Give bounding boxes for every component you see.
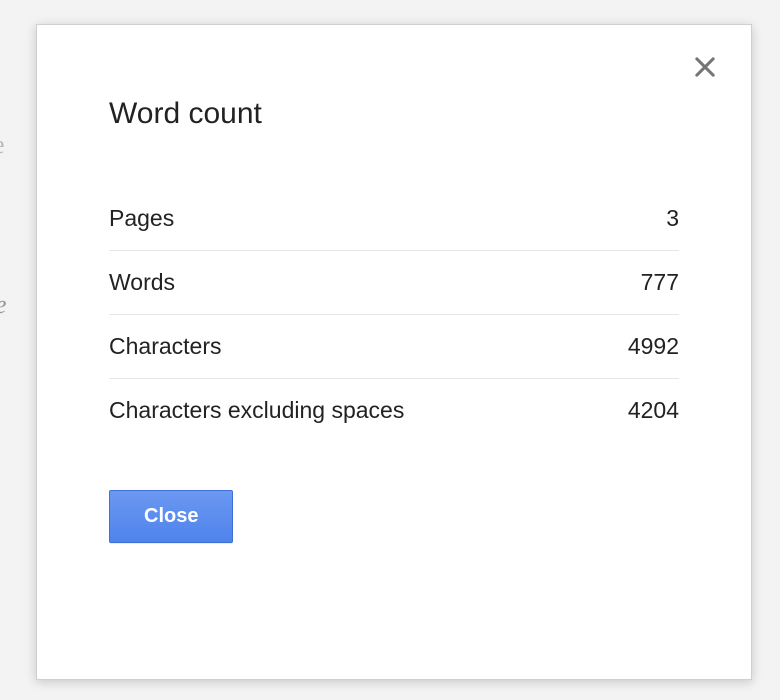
stat-row-words: Words 777	[109, 250, 679, 314]
stat-value: 4204	[628, 397, 679, 424]
word-count-dialog: Word count Pages 3 Words 777 Characters …	[36, 24, 752, 680]
stat-label: Words	[109, 269, 175, 296]
stats-list: Pages 3 Words 777 Characters 4992 Charac…	[109, 187, 679, 442]
stat-row-characters-no-spaces: Characters excluding spaces 4204	[109, 378, 679, 442]
stat-value: 777	[641, 269, 679, 296]
dialog-title: Word count	[109, 97, 679, 131]
background-text-fragment: ne	[0, 130, 5, 160]
stat-row-characters: Characters 4992	[109, 314, 679, 378]
close-button[interactable]: Close	[109, 490, 233, 543]
stat-value: 3	[666, 205, 679, 232]
stat-label: Characters excluding spaces	[109, 397, 404, 424]
stat-value: 4992	[628, 333, 679, 360]
background-text-fragment: ne	[0, 290, 7, 320]
stat-label: Characters	[109, 333, 221, 360]
stat-row-pages: Pages 3	[109, 187, 679, 250]
stat-label: Pages	[109, 205, 174, 232]
close-icon[interactable]	[691, 53, 719, 81]
